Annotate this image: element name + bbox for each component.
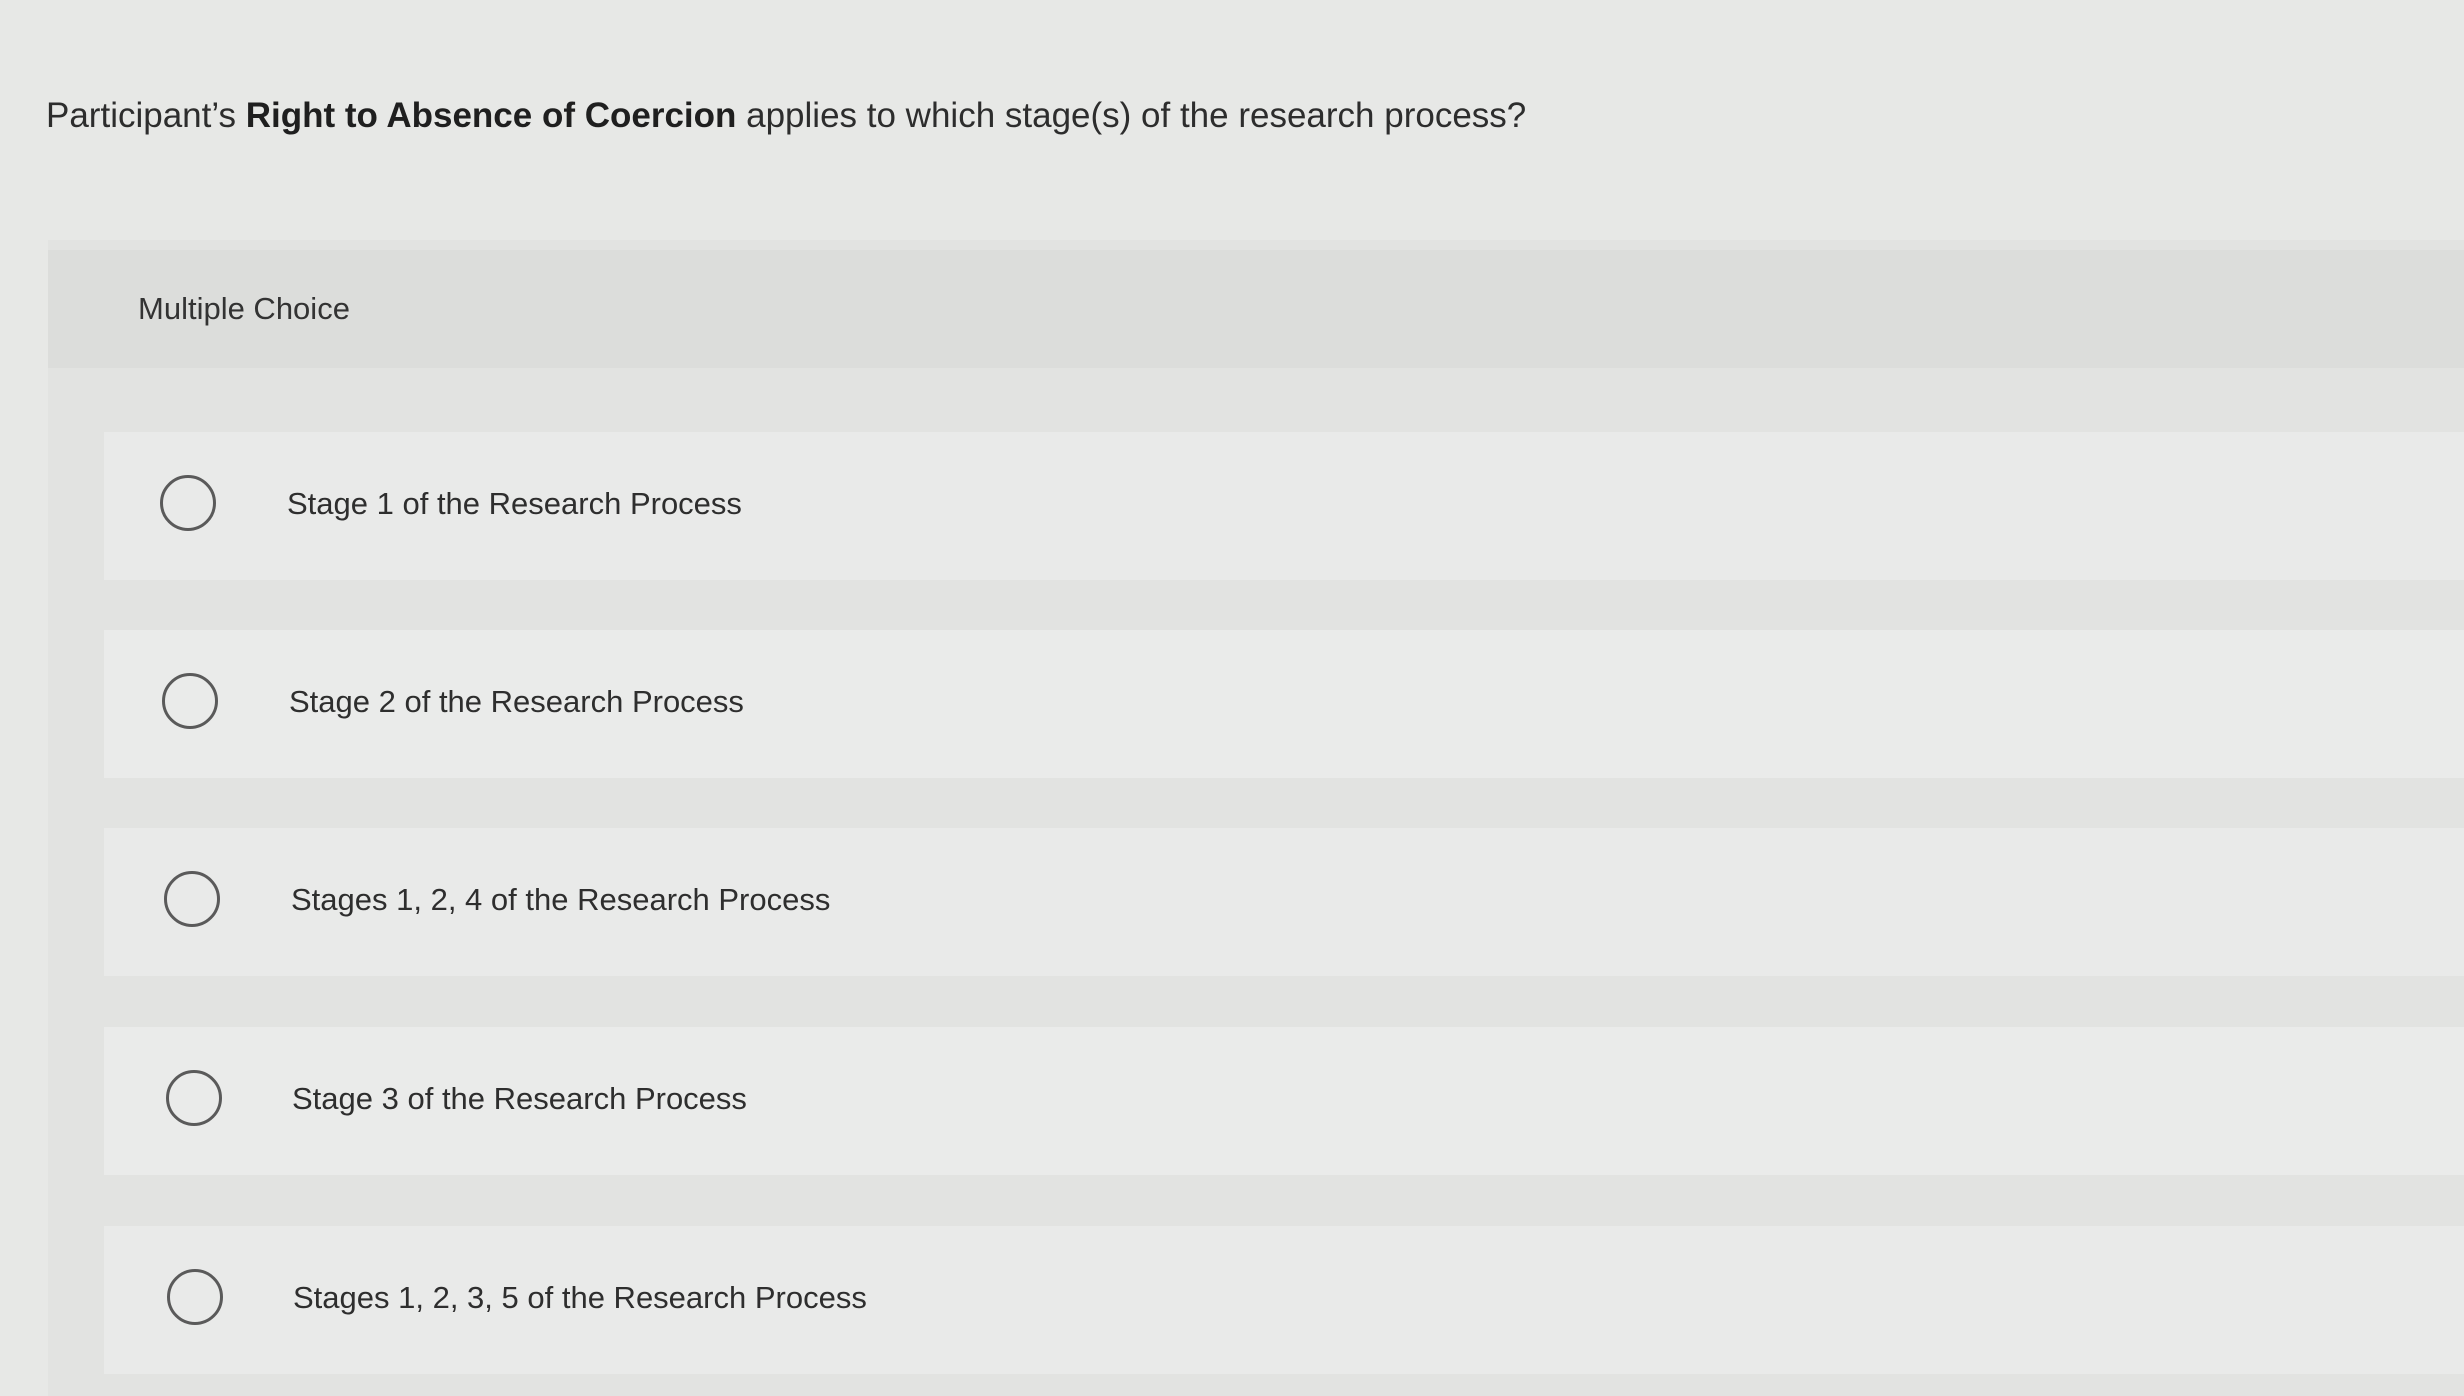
question-emphasis: Right to Absence of Coercion <box>245 96 737 135</box>
answer-panel <box>48 240 2464 1396</box>
question-prefix: Participant’s <box>46 96 246 135</box>
question-text: Participant’s Right to Absence of Coerci… <box>46 92 1526 140</box>
option-4[interactable]: Stage 3 of the Research Process <box>104 1027 2464 1175</box>
radio-button[interactable] <box>167 1269 223 1325</box>
option-2[interactable]: Stage 2 of the Research Process <box>104 630 2464 778</box>
option-5[interactable]: Stages 1, 2, 3, 5 of the Research Proces… <box>104 1226 2464 1374</box>
radio-button[interactable] <box>164 871 220 927</box>
option-label: Stage 3 of the Research Process <box>292 1081 747 1116</box>
option-label: Stages 1, 2, 4 of the Research Process <box>291 882 831 917</box>
option-3[interactable]: Stages 1, 2, 4 of the Research Process <box>104 828 2464 976</box>
radio-button[interactable] <box>160 475 216 531</box>
question-suffix: applies to which stage(s) of the researc… <box>736 96 1527 135</box>
option-1[interactable]: Stage 1 of the Research Process <box>104 432 2464 580</box>
question-type-label: Multiple Choice <box>138 291 350 326</box>
option-label: Stage 2 of the Research Process <box>289 684 744 719</box>
question-type-header <box>48 250 2464 368</box>
radio-button[interactable] <box>162 673 218 729</box>
radio-button[interactable] <box>166 1070 222 1126</box>
option-label: Stages 1, 2, 3, 5 of the Research Proces… <box>293 1280 867 1315</box>
option-label: Stage 1 of the Research Process <box>287 486 742 521</box>
